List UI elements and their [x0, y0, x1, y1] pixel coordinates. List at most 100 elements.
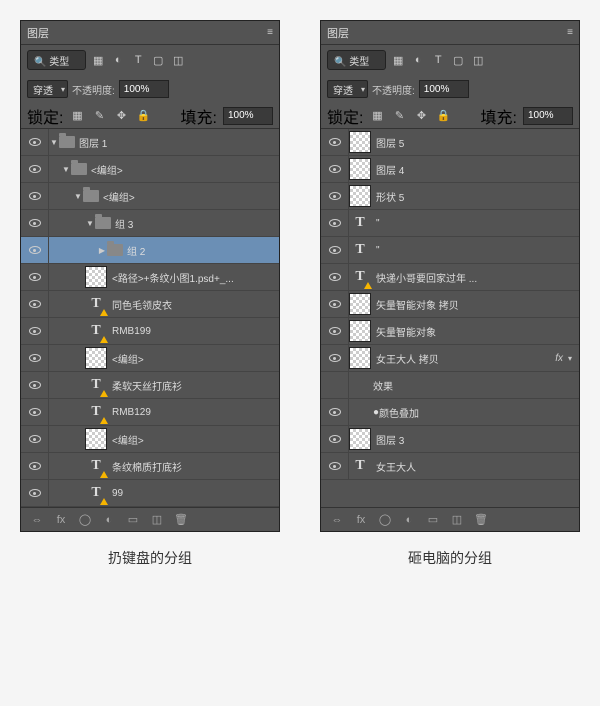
blend-mode-select[interactable]: 穿透	[27, 80, 68, 98]
layer-name[interactable]: <编组>	[112, 432, 275, 447]
visibility-toggle[interactable]	[21, 480, 49, 506]
layer-name[interactable]: <路径>+条纹小图1.psd+_...	[112, 270, 275, 285]
visibility-toggle[interactable]	[321, 210, 349, 236]
link-icon[interactable]: ⇔	[329, 512, 345, 528]
filter-shape-icon[interactable]: ▢	[450, 52, 466, 68]
filter-kind-select[interactable]: 🔍 类型	[327, 50, 386, 70]
layer-row[interactable]: TRMB199	[21, 318, 279, 345]
filter-smart-icon[interactable]: ◫	[470, 52, 486, 68]
lock-all-icon[interactable]: 🔒	[435, 108, 451, 124]
filter-pixel-icon[interactable]: ▦	[90, 52, 106, 68]
link-icon[interactable]: ⇔	[29, 512, 45, 528]
visibility-toggle[interactable]	[321, 318, 349, 344]
layer-row[interactable]: T柔软天丝打底衫	[21, 372, 279, 399]
mask-icon[interactable]: ◯	[377, 512, 393, 528]
layer-thumbnail[interactable]	[349, 185, 371, 207]
layer-name[interactable]: 图层 4	[376, 162, 575, 177]
layer-name[interactable]: 柔软天丝打底衫	[112, 378, 275, 393]
layer-row[interactable]: TRMB129	[21, 399, 279, 426]
opacity-input[interactable]: 100%	[419, 80, 469, 98]
visibility-toggle[interactable]	[21, 129, 49, 155]
layer-thumbnail[interactable]	[85, 347, 107, 369]
fx-disclosure-icon[interactable]: ▾	[565, 354, 575, 363]
layer-name[interactable]: 图层 3	[376, 432, 575, 447]
layer-name[interactable]: 矢量智能对象 拷贝	[376, 297, 575, 312]
visibility-toggle[interactable]	[321, 399, 349, 425]
layer-row[interactable]: ▼<编组>	[21, 183, 279, 210]
layer-name[interactable]: "	[376, 245, 575, 256]
visibility-toggle[interactable]	[321, 372, 349, 398]
visibility-toggle[interactable]	[321, 426, 349, 452]
trash-icon[interactable]: 🗑	[173, 512, 189, 528]
lock-transparent-icon[interactable]: ▦	[369, 108, 385, 124]
lock-transparent-icon[interactable]: ▦	[69, 108, 85, 124]
visibility-toggle[interactable]	[321, 345, 349, 371]
layer-name[interactable]: 形状 5	[376, 189, 575, 204]
visibility-toggle[interactable]	[21, 453, 49, 479]
layer-name[interactable]: 女王大人 拷贝	[376, 351, 555, 366]
layer-name[interactable]: 同色毛领皮衣	[112, 297, 275, 312]
visibility-toggle[interactable]	[321, 183, 349, 209]
layer-thumbnail[interactable]	[349, 293, 371, 315]
lock-all-icon[interactable]: 🔒	[135, 108, 151, 124]
layer-row[interactable]: T条纹棉质打底衫	[21, 453, 279, 480]
visibility-toggle[interactable]	[321, 237, 349, 263]
layer-row[interactable]: 图层 4	[321, 156, 579, 183]
opacity-input[interactable]: 100%	[119, 80, 169, 98]
blend-mode-select[interactable]: 穿透	[327, 80, 368, 98]
layer-name[interactable]: "	[376, 218, 575, 229]
panel-menu-icon[interactable]: ≡	[567, 27, 573, 38]
layer-row[interactable]: 图层 5	[321, 129, 579, 156]
layer-name[interactable]: RMB199	[112, 326, 275, 337]
visibility-toggle[interactable]	[321, 129, 349, 155]
lock-paint-icon[interactable]: ✎	[391, 108, 407, 124]
layer-row[interactable]: T快递小哥要回家过年 ...	[321, 264, 579, 291]
visibility-toggle[interactable]	[21, 399, 49, 425]
visibility-toggle[interactable]	[21, 345, 49, 371]
layer-row[interactable]: ▼<编组>	[21, 156, 279, 183]
fx-icon[interactable]: fx	[353, 512, 369, 528]
layer-row[interactable]: T"	[321, 237, 579, 264]
fx-indicator[interactable]: fx	[555, 353, 563, 364]
visibility-toggle[interactable]	[321, 156, 349, 182]
layer-thumbnail[interactable]	[349, 428, 371, 450]
layer-row[interactable]: ▼组 3	[21, 210, 279, 237]
layer-row[interactable]: 形状 5	[321, 183, 579, 210]
visibility-toggle[interactable]	[21, 291, 49, 317]
layer-name[interactable]: 组 3	[115, 216, 275, 231]
filter-adjust-icon[interactable]: ◐	[110, 52, 126, 68]
lock-move-icon[interactable]: ✥	[113, 108, 129, 124]
fx-icon[interactable]: fx	[53, 512, 69, 528]
visibility-toggle[interactable]	[21, 426, 49, 452]
layers-list[interactable]: ▼图层 1▼<编组>▼<编组>▼组 3▶组 2<路径>+条纹小图1.psd+_.…	[21, 129, 279, 507]
layer-name[interactable]: 条纹棉质打底衫	[112, 459, 275, 474]
layer-row[interactable]: T"	[321, 210, 579, 237]
layer-row[interactable]: <编组>	[21, 345, 279, 372]
lock-move-icon[interactable]: ✥	[413, 108, 429, 124]
visibility-toggle[interactable]	[21, 156, 49, 182]
visibility-toggle[interactable]	[21, 264, 49, 290]
layer-name[interactable]: 颜色叠加	[379, 405, 575, 420]
filter-smart-icon[interactable]: ◫	[170, 52, 186, 68]
layer-row[interactable]: T女王大人	[321, 453, 579, 480]
layer-thumbnail[interactable]	[349, 131, 371, 153]
new-layer-icon[interactable]: ◫	[449, 512, 465, 528]
visibility-toggle[interactable]	[321, 291, 349, 317]
fill-input[interactable]: 100%	[223, 107, 273, 125]
layer-row[interactable]: ▼图层 1	[21, 129, 279, 156]
layer-name[interactable]: <编组>	[91, 162, 275, 177]
layer-row[interactable]: T99	[21, 480, 279, 507]
filter-kind-select[interactable]: 🔍 类型	[27, 50, 86, 70]
layer-row[interactable]: ● 颜色叠加	[321, 399, 579, 426]
layer-name[interactable]: <编组>	[112, 351, 275, 366]
layer-thumbnail[interactable]	[349, 158, 371, 180]
layer-name[interactable]: 快递小哥要回家过年 ...	[376, 270, 575, 285]
disclosure-triangle-icon[interactable]: ▼	[73, 192, 83, 201]
layer-name[interactable]: 效果	[373, 378, 575, 393]
visibility-toggle[interactable]	[21, 237, 49, 263]
mask-icon[interactable]: ◯	[77, 512, 93, 528]
lock-paint-icon[interactable]: ✎	[91, 108, 107, 124]
layer-name[interactable]: 组 2	[127, 243, 275, 258]
filter-type-icon[interactable]: T	[430, 52, 446, 68]
layer-name[interactable]: 99	[112, 488, 275, 499]
